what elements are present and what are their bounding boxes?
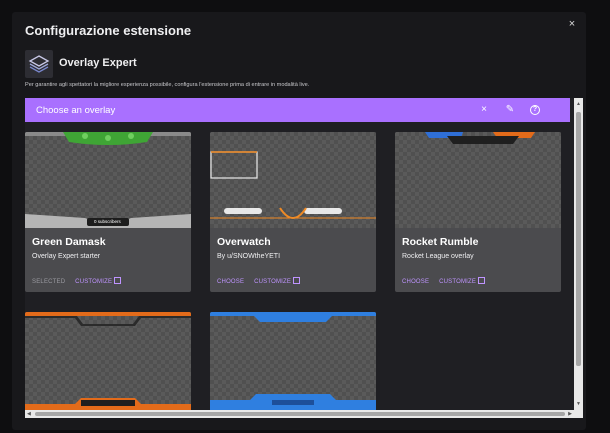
customize-label: CUSTOMIZE bbox=[439, 279, 477, 286]
customize-link[interactable]: CUSTOMIZE bbox=[75, 277, 122, 286]
chooser-header: Choose an overlay × ✎ ? bbox=[25, 98, 570, 122]
overlay-card-green-damask[interactable]: 0 subscribers Green Damask Overlay Exper… bbox=[25, 132, 191, 292]
overlay-subtitle: Overlay Expert starter bbox=[32, 253, 101, 260]
green-damask-preview bbox=[25, 132, 191, 228]
layers-icon bbox=[28, 55, 50, 73]
choose-button[interactable]: CHOOSE bbox=[402, 279, 429, 285]
overlay-actions: CHOOSE CUSTOMIZE bbox=[402, 277, 493, 286]
external-link-icon bbox=[293, 277, 301, 284]
horizontal-scroll-thumb[interactable] bbox=[35, 412, 565, 416]
overwatch-preview bbox=[210, 151, 376, 219]
overlay-card-overwatch[interactable]: Overwatch By u/SNOWtheYETI CHOOSE CUSTOM… bbox=[210, 132, 376, 292]
extension-config-frame: Choose an overlay × ✎ ? 0 subscribers Gr… bbox=[25, 98, 583, 418]
overlay-name: Green Damask bbox=[32, 236, 106, 248]
extension-logo bbox=[25, 50, 53, 78]
help-icon[interactable]: ? bbox=[530, 105, 540, 115]
scroll-up-arrow-icon[interactable]: ▲ bbox=[576, 100, 581, 108]
close-icon[interactable]: × bbox=[566, 18, 578, 30]
overlay-subtitle: By u/SNOWtheYETI bbox=[217, 253, 281, 260]
external-link-icon bbox=[478, 277, 486, 284]
horizontal-scrollbar[interactable]: ◀ ▶ bbox=[25, 410, 574, 418]
overlay-subtitle: Rocket League overlay bbox=[402, 253, 474, 260]
overlay-name: Rocket Rumble bbox=[402, 236, 479, 248]
external-link-icon bbox=[114, 277, 122, 284]
customize-label: CUSTOMIZE bbox=[75, 279, 113, 286]
subscriber-count-label: 0 subscribers bbox=[94, 219, 121, 224]
overlay-card-blue[interactable] bbox=[210, 312, 376, 412]
extension-description: Per garantire agli spettatori la miglior… bbox=[25, 82, 310, 88]
overlay-thumbnail bbox=[395, 132, 561, 228]
scroll-left-arrow-icon[interactable]: ◀ bbox=[27, 410, 31, 418]
close-icon[interactable]: × bbox=[478, 104, 490, 116]
customize-label: CUSTOMIZE bbox=[254, 279, 292, 286]
scroll-down-arrow-icon[interactable]: ▼ bbox=[576, 400, 581, 408]
overlay-name: Overwatch bbox=[217, 236, 271, 248]
scroll-right-arrow-icon[interactable]: ▶ bbox=[568, 410, 572, 418]
rocket-rumble-preview bbox=[425, 132, 535, 144]
vertical-scrollbar[interactable]: ▲ ▼ bbox=[574, 98, 583, 418]
overlay-thumbnail bbox=[210, 132, 376, 228]
overlay-thumbnail: 0 subscribers bbox=[25, 132, 191, 228]
edit-icon[interactable]: ✎ bbox=[504, 104, 516, 116]
overlay-thumbnail bbox=[210, 312, 376, 412]
modal-title: Configurazione estensione bbox=[25, 23, 192, 38]
selected-label: SELECTED bbox=[32, 279, 66, 286]
overlay-card-rocket-rumble[interactable]: Rocket Rumble Rocket League overlay CHOO… bbox=[395, 132, 561, 292]
configuration-modal: Configurazione estensione × Overlay Expe… bbox=[12, 12, 586, 430]
overlay-thumbnail bbox=[25, 312, 191, 412]
overlay-card-orange[interactable] bbox=[25, 312, 191, 412]
extension-name: Overlay Expert bbox=[59, 57, 137, 69]
overlay-actions: CHOOSE CUSTOMIZE bbox=[217, 277, 308, 286]
orange-overlay-preview bbox=[25, 312, 191, 412]
customize-link[interactable]: CUSTOMIZE bbox=[254, 277, 301, 286]
chooser-title: Choose an overlay bbox=[36, 105, 116, 116]
customize-link[interactable]: CUSTOMIZE bbox=[439, 277, 486, 286]
blue-overlay-preview bbox=[210, 312, 376, 412]
overlay-actions: SELECTED CUSTOMIZE bbox=[32, 277, 129, 286]
choose-button[interactable]: CHOOSE bbox=[217, 279, 244, 285]
vertical-scroll-thumb[interactable] bbox=[576, 112, 581, 366]
